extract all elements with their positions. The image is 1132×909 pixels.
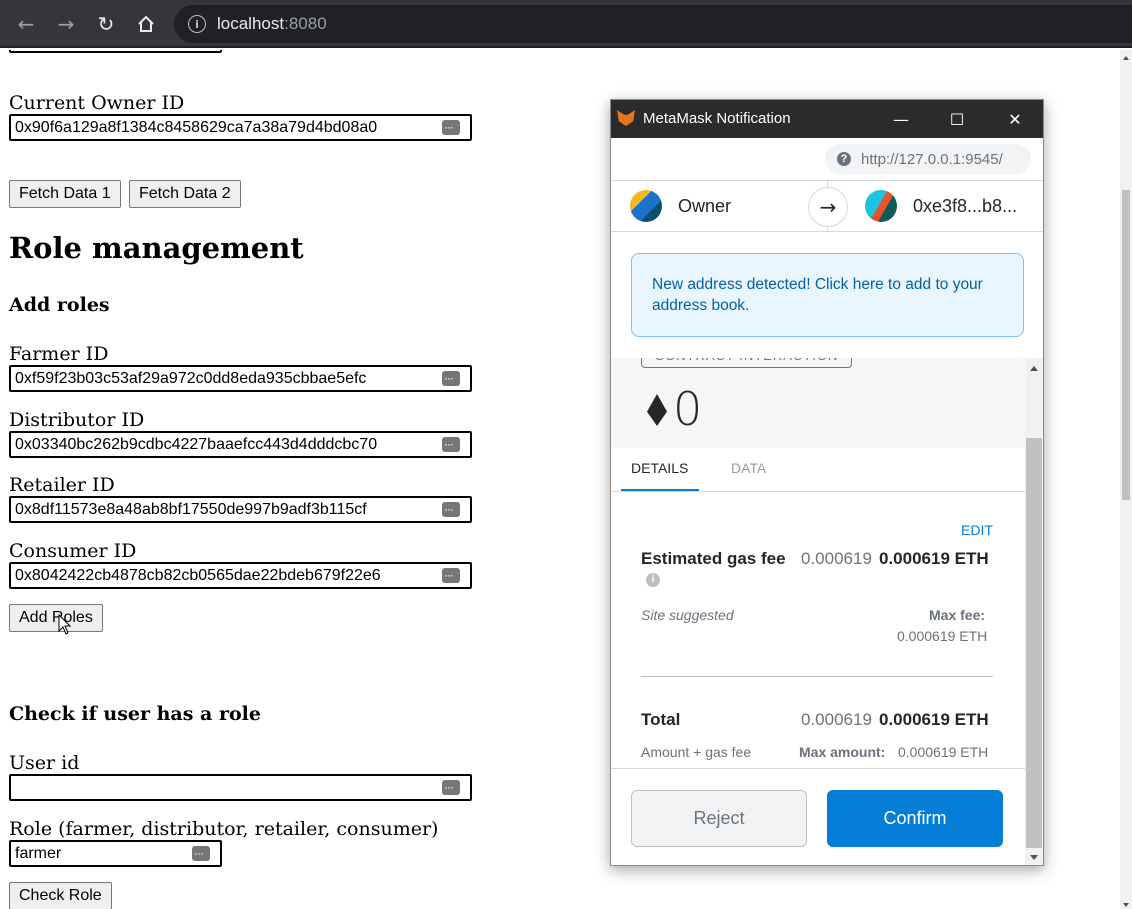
total-value-eth: 0.000619 ETH [879,710,989,729]
info-icon[interactable]: i [646,573,660,587]
user-id-label: User id [9,752,80,774]
site-suggested-label: Site suggested [641,607,734,623]
keyboard-icon[interactable] [442,116,460,139]
confirm-button[interactable]: Confirm [827,790,1003,847]
retailer-id-input[interactable]: 0x8df11573e8a48ab8bf17550de997b9adf3b115… [9,496,472,523]
fetch-data-1-button[interactable]: Fetch Data 1 [9,180,121,208]
amount-gas-label: Amount + gas fee [641,744,752,760]
check-role-heading: Check if user has a role [9,703,261,725]
amount-header: CONTRACT INTERACTION 0 [611,358,1025,448]
current-owner-label: Current Owner ID [9,92,185,114]
distributor-id-label: Distributor ID [9,409,145,431]
current-owner-input[interactable]: 0x90f6a129a8f1384c8458629ca7a38a79d4bd08… [9,114,472,141]
minimize-icon[interactable]: — [887,106,915,132]
forward-arrow-icon[interactable]: → [52,10,80,38]
close-icon[interactable]: ✕ [1001,106,1029,132]
current-owner-value: 0x90f6a129a8f1384c8458629ca7a38a79d4bd08… [15,119,378,136]
max-amount-value: 0.000619 ETH [898,744,989,760]
total-value-muted: 0.000619 [801,710,872,729]
distributor-id-value: 0x03340bc262b9cdbc4227baaefcc443d4dddcbc… [15,436,378,453]
gas-value-eth: 0.000619 ETH [879,549,989,568]
avatar [865,190,897,222]
new-address-notice[interactable]: New address detected! Click here to add … [631,253,1024,337]
back-arrow-icon[interactable]: ← [12,10,40,38]
role-management-title: Role management [9,231,304,265]
check-role-button[interactable]: Check Role [9,882,112,909]
active-tab-indicator [621,489,699,491]
keyboard-icon[interactable] [442,433,460,456]
page-scroll-thumb[interactable] [1122,190,1130,500]
gas-value-muted: 0.000619 [801,549,872,568]
arrow-right-icon: → [808,187,848,227]
origin-url: http://127.0.0.1:9545/ [861,150,1003,168]
address-bar[interactable]: i localhost:8080 [174,5,1132,43]
add-roles-button[interactable]: Add Roles [9,604,103,632]
reject-button[interactable]: Reject [631,790,807,847]
metamask-fox-icon [617,110,635,126]
cursor-icon [58,614,72,635]
user-id-input[interactable] [9,774,472,801]
account-row: Owner → 0xe3f8...b8... [611,180,1043,232]
metamask-window: MetaMask Notification — ☐ ✕ ? http://127… [610,99,1044,866]
scroll-down-arrow-icon[interactable] [1123,903,1129,907]
home-icon-svg [138,15,154,32]
keyboard-icon[interactable] [442,776,460,799]
total-label: Total [641,710,681,729]
keyboard-icon[interactable] [442,367,460,390]
keyboard-icon[interactable] [192,842,210,865]
contract-interaction-badge: CONTRACT INTERACTION [641,358,852,368]
site-info-icon[interactable]: i [188,15,206,33]
role-input[interactable]: farmer [9,840,222,867]
role-label: Role (farmer, distributor, retailer, con… [9,818,439,840]
estimated-gas-label: Estimated gas fee [641,549,786,568]
metamask-scrollbar[interactable] [1025,358,1043,865]
max-fee-value: 0.000619 ETH [897,628,988,644]
role-value: farmer [15,845,62,862]
tab-data[interactable]: DATA [731,460,766,476]
metamask-titlebar[interactable]: MetaMask Notification — ☐ ✕ [611,100,1043,138]
origin-pill: ? http://127.0.0.1:9545/ [825,144,1031,174]
browser-toolbar: ← → ↻ i localhost:8080 [0,0,1132,48]
question-icon: ? [837,152,851,166]
keyboard-icon[interactable] [442,498,460,521]
edit-gas-link[interactable]: EDIT [961,522,993,538]
max-amount-label: Max amount: [799,744,886,760]
scroll-up-arrow-icon[interactable] [1123,56,1129,60]
url-host: localhost [217,14,285,33]
tab-details[interactable]: DETAILS [631,460,688,476]
consumer-id-value: 0x8042422cb4878cb82cb0565dae22bdeb679f22… [15,567,381,584]
scroll-down-arrow-icon[interactable] [1030,855,1038,860]
metamask-scroll-thumb[interactable] [1026,438,1042,848]
maximize-icon[interactable]: ☐ [943,106,971,132]
consumer-id-input[interactable]: 0x8042422cb4878cb82cb0565dae22bdeb679f22… [9,562,472,589]
consumer-id-label: Consumer ID [9,540,137,562]
farmer-id-value: 0xf59f23b03c53af29a972c0dd8eda935cbbae5e… [15,370,367,387]
add-roles-heading: Add roles [9,294,110,316]
max-fee-label: Max fee: [929,607,986,623]
detail-tabs: DETAILS DATA [611,448,1025,492]
from-account-name: Owner [678,196,732,216]
transaction-details: CONTRACT INTERACTION 0 DETAILS DATA EDIT… [611,358,1025,768]
retailer-id-label: Retailer ID [9,474,115,496]
top-input-partial[interactable] [9,50,222,53]
url-port: :8080 [284,14,327,33]
home-icon[interactable] [132,10,160,38]
fetch-data-2-button[interactable]: Fetch Data 2 [129,180,241,208]
metamask-window-title: MetaMask Notification [643,110,791,127]
distributor-id-input[interactable]: 0x03340bc262b9cdbc4227baaefcc443d4dddcbc… [9,431,472,458]
keyboard-icon[interactable] [442,564,460,587]
reload-icon[interactable]: ↻ [92,10,120,38]
action-footer: Reject Confirm [611,768,1025,865]
retailer-id-value: 0x8df11573e8a48ab8bf17550de997b9adf3b115… [15,501,367,518]
farmer-id-input[interactable]: 0xf59f23b03c53af29a972c0dd8eda935cbbae5e… [9,365,472,392]
to-account-address[interactable]: 0xe3f8...b8... [913,196,1017,217]
farmer-id-label: Farmer ID [9,343,109,365]
avatar [630,190,662,222]
page-scrollbar[interactable] [1120,50,1132,909]
divider [641,676,993,677]
scroll-up-arrow-icon[interactable] [1030,366,1038,371]
eth-amount: 0 [673,382,703,436]
ethereum-icon [647,394,667,426]
